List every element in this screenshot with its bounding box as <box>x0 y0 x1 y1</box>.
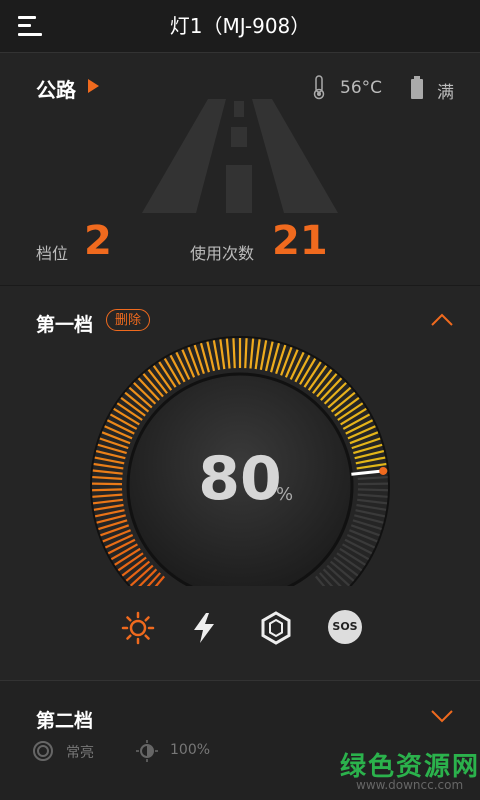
thermometer-icon <box>313 75 325 100</box>
usage-count-label: 使用次数 <box>190 244 255 263</box>
percent-unit: % <box>276 484 294 505</box>
level-1-title: 第一档 <box>36 314 94 336</box>
dial-tick <box>92 475 123 480</box>
dial-tick <box>232 338 236 369</box>
dial-tick <box>92 493 123 498</box>
page-title: 灯1（MJ-908） <box>169 14 311 38</box>
dial-tick <box>225 338 231 369</box>
flash-mode-icon[interactable] <box>186 610 222 646</box>
dial-tick <box>356 503 387 511</box>
dial-tick <box>357 493 388 498</box>
battery-icon <box>411 76 423 99</box>
level-2-title: 第二档 <box>36 710 94 732</box>
dial-tick <box>254 339 261 370</box>
dial-tick <box>355 456 386 465</box>
dial-tick <box>181 349 196 378</box>
dial-tick <box>93 503 124 511</box>
sun-mode-icon[interactable] <box>120 610 156 646</box>
level-2-mode-label: 常亮 <box>66 745 94 761</box>
dial-tick <box>289 351 305 380</box>
gear-label: 档位 <box>36 244 69 263</box>
mode-label[interactable]: 公路 <box>36 74 76 103</box>
dial-tick <box>345 419 374 435</box>
dial-tick <box>109 413 138 430</box>
steady-mode-icon <box>33 741 53 761</box>
dial-pointer-tip <box>379 466 388 475</box>
dial-tick <box>107 538 136 555</box>
strobe-mode-icon[interactable] <box>258 610 294 646</box>
dial-tick <box>92 469 123 475</box>
dial-tick <box>94 509 125 518</box>
dial-tick <box>219 339 226 370</box>
sos-mode-icon[interactable]: SOS <box>328 610 362 644</box>
dial-tick <box>93 462 124 470</box>
dial-tick <box>212 340 221 371</box>
dial-tick <box>175 351 191 380</box>
watermark-url: www.downcc.com <box>356 778 464 792</box>
dial-tick <box>94 456 125 465</box>
dial-tick <box>104 425 133 440</box>
dial-tick <box>249 338 255 369</box>
battery-value: 满 <box>437 83 454 103</box>
chevron-down-icon[interactable] <box>428 706 456 726</box>
dial-tick <box>106 419 135 435</box>
usage-count-value: 21 <box>272 218 328 264</box>
gear-value: 2 <box>84 218 112 264</box>
dial-tick <box>259 340 268 371</box>
play-triangle-icon[interactable] <box>88 79 99 93</box>
dial-pointer-line <box>351 469 382 476</box>
dial-tick <box>357 488 388 492</box>
chevron-up-icon[interactable] <box>428 310 456 330</box>
dial-tick <box>92 488 123 492</box>
dial-tick <box>347 425 376 440</box>
dial-tick <box>355 509 386 518</box>
dial-tick <box>284 349 299 378</box>
level-2-brightness-label: 100% <box>170 742 211 758</box>
temperature-value: 56°C <box>340 78 383 98</box>
brightness-icon <box>136 740 158 762</box>
dial-tick <box>357 475 388 480</box>
dial-tick <box>294 354 311 383</box>
dial-tick <box>357 498 388 505</box>
dial-tick <box>92 498 123 505</box>
dial-tick <box>169 354 186 383</box>
dial-tick <box>344 538 373 555</box>
dial-tick <box>346 534 376 549</box>
dial-tick <box>244 338 248 369</box>
dial-tick <box>342 413 371 430</box>
dial-tick <box>104 534 134 549</box>
